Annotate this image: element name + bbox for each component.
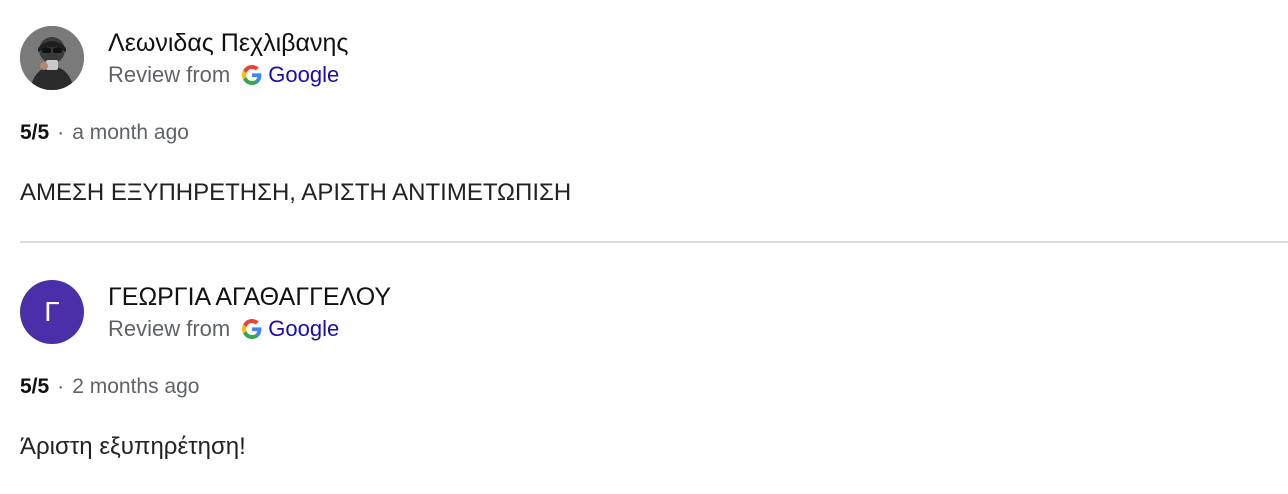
rating: 5/5 (20, 121, 50, 144)
avatar[interactable]: Γ (20, 280, 84, 344)
review-meta: 5/5 · 2 months ago (20, 372, 1288, 402)
review-header: Γ ΓΕΩΡΓΙΑ ΑΓΑΘΑΓΓΕΛΟΥ Review from Google (20, 280, 1288, 344)
divider (20, 241, 1288, 243)
source-label: Review from (108, 316, 231, 341)
review-time: a month ago (72, 121, 189, 144)
review-item: Λεωνιδας Πεχλιβανης Review from Google 5… (20, 26, 1288, 209)
review-time: 2 months ago (72, 375, 200, 398)
source-label: Review from (108, 62, 231, 87)
review-source: Review from Google (108, 314, 391, 344)
google-g-icon (242, 65, 262, 85)
separator-dot: · (57, 121, 65, 144)
avatar[interactable] (20, 26, 84, 90)
user-photo-icon (20, 26, 84, 90)
author-block: Λεωνιδας Πεχλιβανης Review from Google (108, 26, 348, 90)
author-block: ΓΕΩΡΓΙΑ ΑΓΑΘΑΓΓΕΛΟΥ Review from Google (108, 280, 391, 344)
rating: 5/5 (20, 375, 50, 398)
review-header: Λεωνιδας Πεχλιβανης Review from Google (20, 26, 1288, 90)
review-source: Review from Google (108, 60, 348, 90)
google-g-icon (242, 319, 262, 339)
review-text: Άριστη εξυπηρέτηση! (20, 433, 246, 460)
avatar-initial: Γ (44, 296, 60, 327)
google-link[interactable]: Google (268, 314, 339, 344)
author-name[interactable]: Λεωνιδας Πεχλιβανης (108, 26, 348, 60)
separator-dot: · (57, 375, 65, 398)
reviews-list: Λεωνιδας Πεχλιβανης Review from Google 5… (0, 0, 1288, 494)
review-text: ΑΜΕΣΗ ΕΞΥΠΗΡΕΤΗΣΗ, ΑΡΙΣΤΗ ΑΝΤΙΜΕΤΩΠΙΣΗ (20, 179, 572, 206)
review-item: Γ ΓΕΩΡΓΙΑ ΑΓΑΘΑΓΓΕΛΟΥ Review from Google… (20, 280, 1288, 463)
author-name[interactable]: ΓΕΩΡΓΙΑ ΑΓΑΘΑΓΓΕΛΟΥ (108, 280, 391, 314)
review-meta: 5/5 · a month ago (20, 118, 1288, 148)
google-link[interactable]: Google (268, 60, 339, 90)
